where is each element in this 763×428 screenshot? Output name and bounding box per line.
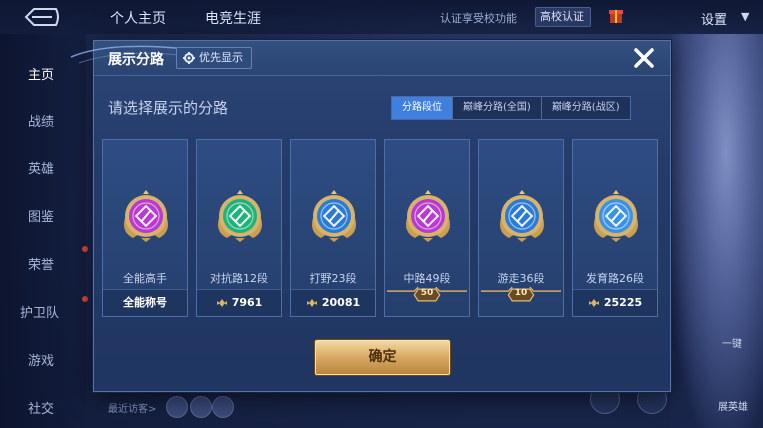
lane-card[interactable]: 打野23段 20081 bbox=[290, 139, 376, 317]
tier-badge-value: 50 bbox=[420, 288, 434, 298]
sidebar-item-home[interactable]: 主页 bbox=[28, 64, 54, 83]
lane-card[interactable]: 全能高手 全能称号 bbox=[102, 139, 188, 317]
visitor-avatar[interactable] bbox=[166, 396, 188, 418]
confirm-label: 确定 bbox=[368, 349, 397, 365]
roam-emblem-icon bbox=[500, 190, 544, 242]
campus-auth-badge[interactable]: 高校认证 bbox=[535, 7, 591, 27]
tab-peak-lane-region[interactable]: 巅峰分路(战区) bbox=[540, 97, 630, 119]
rank-wing-icon bbox=[216, 299, 227, 307]
tab-profile[interactable]: 个人主页 bbox=[110, 8, 166, 28]
sidebar-item-heroes[interactable]: 英雄 bbox=[28, 158, 54, 177]
back-icon[interactable] bbox=[22, 6, 62, 28]
allround-emblem-icon bbox=[124, 190, 168, 242]
rank-wing-icon bbox=[306, 299, 317, 307]
visitor-avatar[interactable] bbox=[212, 396, 234, 418]
rank-wing-icon bbox=[588, 299, 599, 307]
show-hero-button[interactable]: 展英雄 bbox=[718, 398, 748, 413]
lane-card-footer: 7961 bbox=[197, 289, 281, 316]
lane-rank-label: 游走36段 bbox=[497, 272, 545, 285]
lane-card-footer: 20081 bbox=[291, 289, 375, 316]
close-icon[interactable] bbox=[630, 44, 658, 72]
gear-icon bbox=[183, 52, 195, 64]
lane-card-footer: 全能称号 bbox=[103, 289, 187, 316]
show-lane-dialog: 展示分路 优先显示 请选择展示的分路 分路段位 巅峰分路(全国) 巅峰分路(战区… bbox=[70, 40, 671, 392]
settings-button[interactable]: 设置 bbox=[701, 9, 727, 28]
hero-background bbox=[670, 34, 763, 428]
sidebar-item-game[interactable]: 游戏 bbox=[28, 350, 54, 369]
sidebar-item-codex[interactable]: 图鉴 bbox=[28, 206, 54, 225]
lane-score: 全能称号 bbox=[123, 296, 167, 309]
confirm-button[interactable]: 确定 bbox=[315, 340, 450, 375]
campus-notice[interactable]: 认证享受校功能 bbox=[440, 10, 517, 26]
sidebar-item-social[interactable]: 社交 bbox=[28, 398, 54, 417]
tab-lane-rank[interactable]: 分路段位 bbox=[392, 97, 452, 119]
farm-lane-emblem-icon bbox=[594, 190, 638, 242]
tab-peak-lane-national[interactable]: 巅峰分路(全国) bbox=[452, 97, 541, 119]
lane-type-tabs: 分路段位 巅峰分路(全国) 巅峰分路(战区) bbox=[391, 96, 631, 120]
visitor-avatar[interactable] bbox=[190, 396, 212, 418]
lane-rank-label: 全能高手 bbox=[123, 272, 167, 285]
lane-card[interactable]: 对抗路12段 7961 bbox=[196, 139, 282, 317]
lane-card[interactable]: 游走36段 10 bbox=[478, 139, 564, 317]
lane-rank-label: 打野23段 bbox=[309, 272, 357, 285]
sidebar-item-guard[interactable]: 护卫队 bbox=[20, 302, 59, 321]
jungle-emblem-icon bbox=[312, 190, 356, 242]
priority-display-label: 优先显示 bbox=[199, 51, 243, 64]
priority-display-button[interactable]: 优先显示 bbox=[176, 47, 252, 69]
lane-rank-label: 对抗路12段 bbox=[210, 272, 268, 285]
dialog-subtitle: 请选择展示的分路 bbox=[108, 99, 229, 117]
dialog-title: 展示分路 bbox=[108, 52, 164, 68]
chevron-down-icon[interactable]: ▼ bbox=[741, 10, 749, 23]
lane-score: 20081 bbox=[321, 296, 361, 309]
lane-card[interactable]: 发育路26段 25225 bbox=[572, 139, 658, 317]
gift-icon[interactable] bbox=[608, 6, 624, 24]
lane-score: 25225 bbox=[603, 296, 643, 309]
quick-action-button[interactable]: 一键 bbox=[722, 335, 742, 350]
lane-rank-label: 发育路26段 bbox=[586, 272, 644, 285]
recent-visitors-link[interactable]: 最近访客> bbox=[108, 400, 156, 415]
mid-lane-emblem-icon bbox=[406, 190, 450, 242]
notification-dot bbox=[82, 296, 88, 302]
sidebar-item-record[interactable]: 战绩 bbox=[28, 111, 54, 130]
dialog-header: 展示分路 优先显示 bbox=[70, 41, 670, 76]
lane-rank-label: 中路49段 bbox=[403, 272, 451, 285]
tier-badge-value: 10 bbox=[514, 288, 528, 298]
clash-lane-emblem-icon bbox=[218, 190, 262, 242]
notification-dot bbox=[82, 246, 88, 252]
lane-card-footer: 25225 bbox=[573, 289, 657, 316]
lane-score: 7961 bbox=[231, 296, 263, 309]
sidebar-item-honor[interactable]: 荣誉 bbox=[28, 254, 54, 273]
lane-card[interactable]: 中路49段 50 bbox=[384, 139, 470, 317]
tab-esports-career[interactable]: 电竞生涯 bbox=[205, 8, 261, 28]
campus-auth-label: 高校认证 bbox=[540, 10, 584, 23]
